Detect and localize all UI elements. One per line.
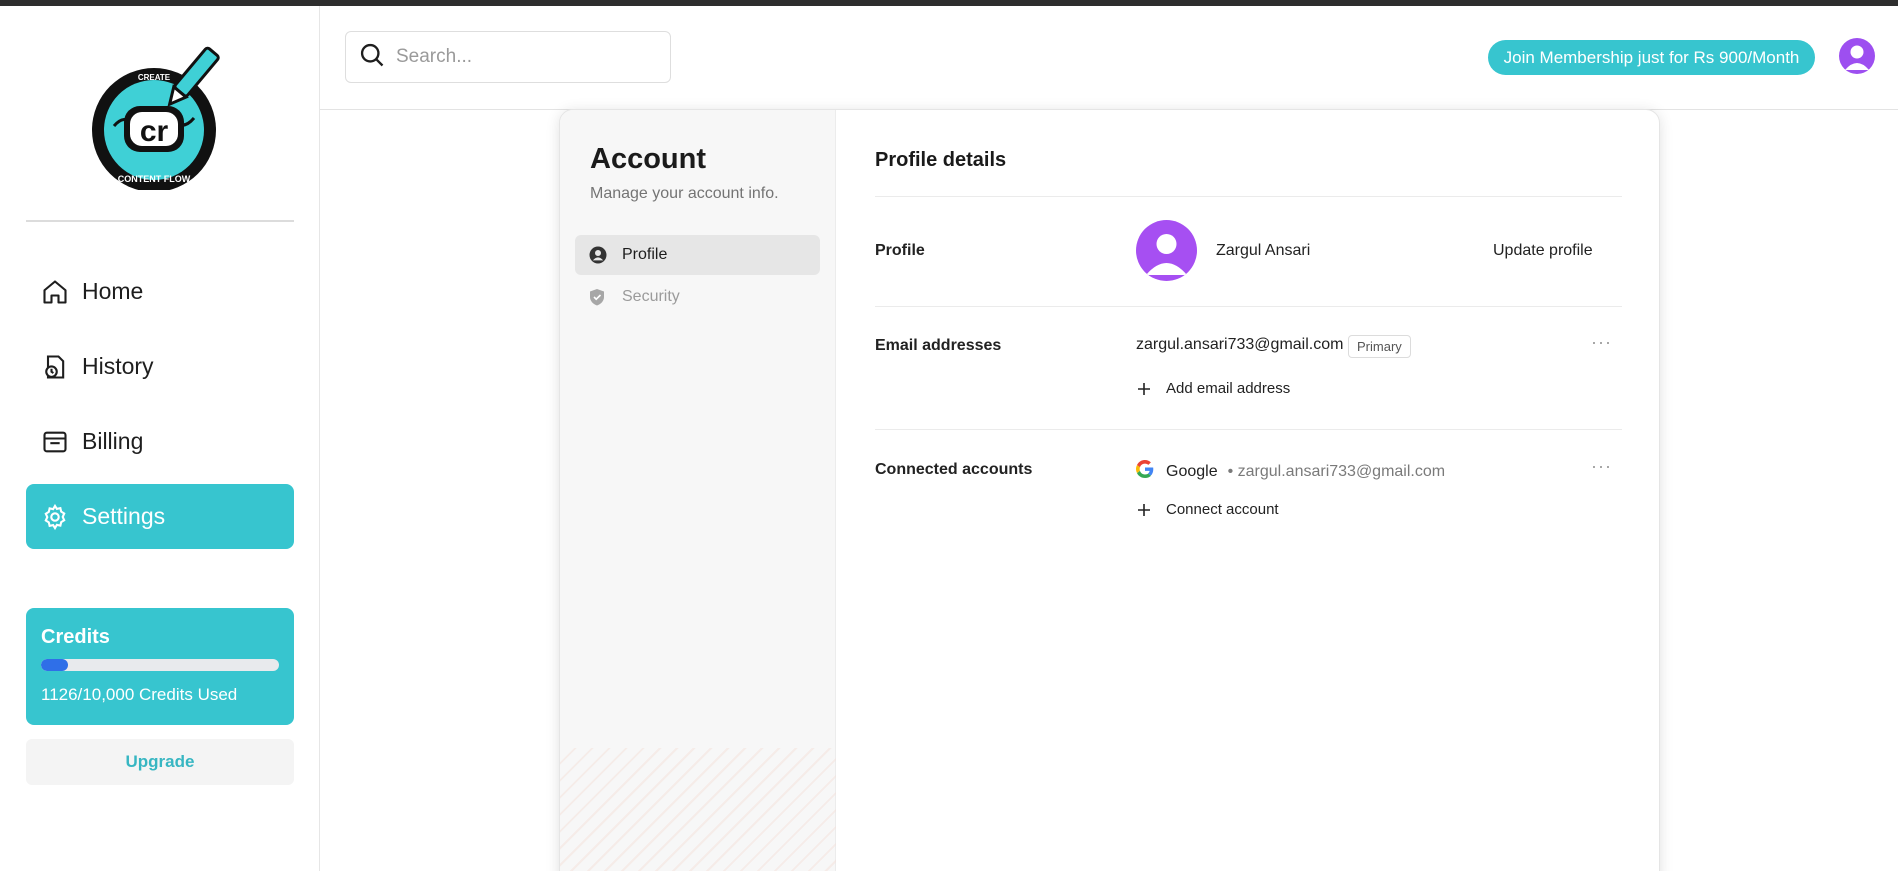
sidebar-item-label: Billing: [82, 428, 144, 454]
sidebar: cr CREATE CONTENT FLOW Home History Bill…: [0, 6, 320, 871]
primary-badge: Primary: [1348, 335, 1411, 358]
svg-text:CONTENT FLOW: CONTENT FLOW: [118, 174, 191, 184]
sidebar-item-settings[interactable]: Settings: [26, 484, 294, 549]
profile-row-label: Profile: [875, 242, 925, 259]
search-box[interactable]: [345, 31, 671, 83]
account-title: Account: [590, 143, 706, 175]
connect-account-button[interactable]: Connect account: [1136, 501, 1279, 518]
account-card: Account Manage your account info. Profil…: [559, 109, 1660, 871]
svg-text:cr: cr: [140, 115, 169, 148]
tab-label: Security: [622, 288, 680, 305]
search-icon: [358, 41, 386, 74]
home-icon: [40, 277, 70, 307]
provider-email: • zargul.ansari733@gmail.com: [1227, 462, 1446, 480]
add-email-button[interactable]: Add email address: [1136, 380, 1290, 397]
search-input[interactable]: [396, 46, 656, 68]
history-icon: [40, 352, 70, 382]
provider-name: Google: [1166, 462, 1218, 480]
sidebar-nav: Home History Billing Settings: [26, 259, 294, 559]
email-more-button[interactable]: ···: [1591, 332, 1612, 353]
divider: [875, 196, 1622, 197]
divider: [875, 306, 1622, 307]
profile-details-title: Profile details: [875, 149, 1007, 171]
email-address: zargul.ansari733@gmail.com: [1136, 336, 1344, 353]
billing-icon: [40, 427, 70, 457]
sidebar-item-label: History: [82, 353, 154, 379]
profile-name: Zargul Ansari: [1216, 242, 1311, 259]
upgrade-button[interactable]: Upgrade: [26, 739, 294, 785]
connect-account-label: Connect account: [1166, 501, 1279, 518]
divider: [875, 429, 1622, 430]
top-header: Join Membership just for Rs 900/Month: [320, 6, 1898, 110]
sidebar-item-history[interactable]: History: [26, 334, 294, 399]
account-nav-panel: Account Manage your account info. Profil…: [560, 110, 836, 871]
credits-progress-fill: [41, 659, 68, 671]
credits-card: Credits 1126/10,000 Credits Used: [26, 608, 294, 725]
decorative-stripes: [560, 748, 836, 871]
tab-profile[interactable]: Profile: [575, 235, 820, 275]
sidebar-item-home[interactable]: Home: [26, 259, 294, 324]
plus-icon: [1136, 502, 1152, 518]
connected-more-button[interactable]: ···: [1591, 456, 1612, 477]
sidebar-item-billing[interactable]: Billing: [26, 409, 294, 474]
shield-icon: [589, 288, 607, 306]
google-icon: [1136, 460, 1154, 483]
google-connected-account: Google • zargul.ansari733@gmail.com: [1136, 460, 1445, 483]
account-subtitle: Manage your account info.: [590, 185, 779, 202]
svg-text:CREATE: CREATE: [138, 73, 171, 82]
credits-title: Credits: [41, 626, 110, 648]
profile-avatar: [1136, 220, 1197, 281]
profile-details-panel: Profile details Profile Zargul Ansari Up…: [836, 110, 1659, 871]
sidebar-item-label: Home: [82, 278, 144, 304]
plus-icon: [1136, 381, 1152, 397]
gear-icon: [40, 502, 70, 532]
tab-label: Profile: [622, 246, 668, 263]
user-circle-icon: [589, 246, 607, 264]
tab-security[interactable]: Security: [575, 277, 820, 317]
sidebar-divider: [26, 220, 294, 222]
user-avatar[interactable]: [1839, 38, 1875, 74]
connected-accounts-label: Connected accounts: [875, 461, 1033, 478]
credits-used-text: 1126/10,000 Credits Used: [41, 685, 238, 704]
credits-progress-bar: [41, 659, 279, 671]
join-membership-button[interactable]: Join Membership just for Rs 900/Month: [1488, 40, 1815, 75]
add-email-label: Add email address: [1166, 380, 1291, 397]
email-row-label: Email addresses: [875, 337, 1002, 354]
update-profile-button[interactable]: Update profile: [1493, 242, 1593, 260]
content-flow-logo[interactable]: cr CREATE CONTENT FLOW: [92, 40, 222, 192]
sidebar-item-label: Settings: [82, 503, 166, 529]
